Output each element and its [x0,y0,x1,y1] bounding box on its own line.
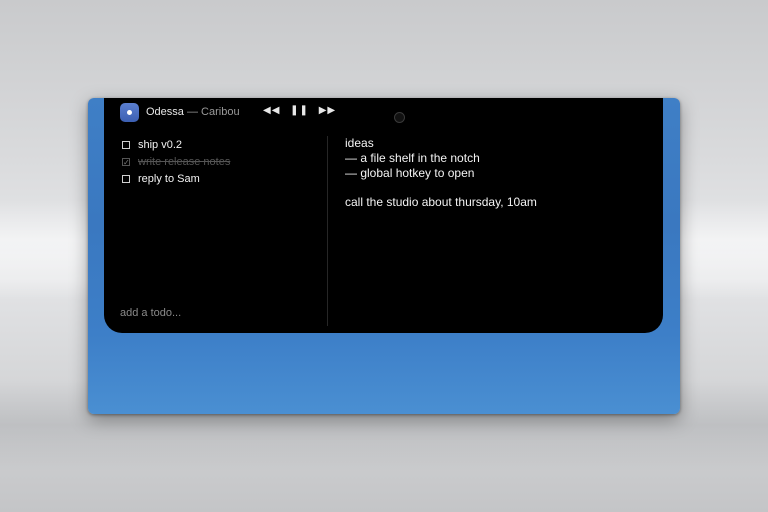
todo-list: ship v0.2 ✓ write release notes reply to… [122,136,322,187]
todo-label: write release notes [138,155,231,168]
previous-icon[interactable]: ◀◀ [263,105,280,116]
playback-controls: ◀◀ ❚❚ ▶▶ [263,105,342,116]
pause-icon[interactable]: ❚❚ [290,105,309,116]
notch-panel: Odessa — Caribou ◀◀ ❚❚ ▶▶ ship v0.2 ✓ wr… [104,98,663,333]
todo-checkbox[interactable] [122,174,130,183]
todo-checkbox-checked[interactable]: ✓ [122,157,130,166]
track-artist: Caribou [201,106,240,118]
todo-label: ship v0.2 [138,138,183,151]
notes-line: call the studio about thursday, 10am [345,195,537,209]
track-separator: — [183,106,202,118]
now-playing-text: Odessa — Caribou [146,106,240,118]
add-todo-input[interactable]: add a todo... [120,307,181,319]
todo-item[interactable]: reply to Sam [122,170,322,187]
next-icon[interactable]: ▶▶ [319,105,336,116]
notes-line: ideas [345,136,374,150]
todo-checkbox[interactable] [122,140,130,149]
notes-line: — global hotkey to open [345,166,475,180]
todo-label: reply to Sam [138,172,200,185]
notes-area[interactable]: ideas — a file shelf in the notch — glob… [345,136,537,210]
track-title: Odessa [146,106,184,118]
column-divider [327,136,328,326]
music-app-icon[interactable] [120,103,139,122]
now-playing-bar: Odessa — Caribou ◀◀ ❚❚ ▶▶ [120,103,650,123]
todo-item[interactable]: ship v0.2 [122,136,322,153]
notes-line: — a file shelf in the notch [345,151,480,165]
camera-icon [394,112,405,123]
todo-item-done[interactable]: ✓ write release notes [122,153,322,170]
